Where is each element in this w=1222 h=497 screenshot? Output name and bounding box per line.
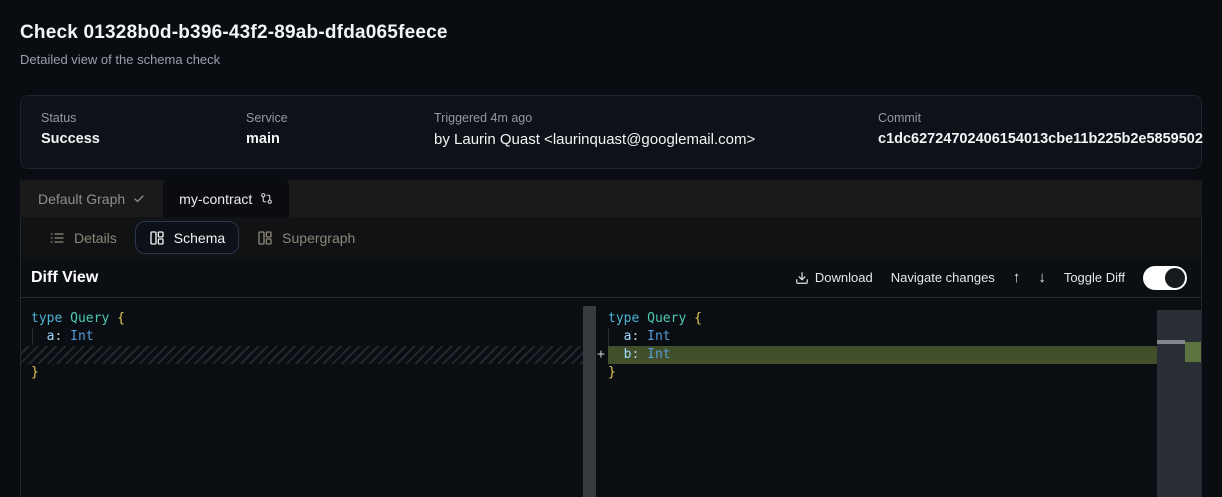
diff-added-marker: [1185, 342, 1201, 362]
code-line: a: Int: [31, 328, 583, 346]
diff-controls: Download Navigate changes ↑ ↓ Toggle Dif…: [795, 266, 1187, 290]
commit-column: Commit c1dc62724702406154013cbe11b225b2e…: [878, 111, 1203, 147]
triggered-value: by Laurin Quast <laurinquast@googlemail.…: [434, 131, 755, 148]
right-editor-scrollbar[interactable]: [1157, 310, 1201, 497]
tab-details[interactable]: Details: [36, 221, 130, 254]
service-label: Service: [246, 111, 288, 125]
download-icon: [795, 271, 809, 285]
download-button[interactable]: Download: [795, 270, 873, 285]
tab-details-label: Details: [74, 230, 117, 246]
service-value: main: [246, 131, 288, 147]
navigate-changes-button[interactable]: Navigate changes: [891, 270, 995, 285]
git-compare-icon: [260, 192, 273, 205]
diff-view-title: Diff View: [31, 269, 98, 287]
check-icon: [133, 193, 145, 205]
tab-default-graph[interactable]: Default Graph: [20, 180, 163, 217]
previous-change-button[interactable]: ↑: [1013, 269, 1021, 286]
tab-schema-label: Schema: [174, 230, 225, 246]
diff-header: Diff View Download Navigate changes ↑ ↓ …: [21, 258, 1201, 298]
list-bullet-icon: [49, 230, 65, 246]
navigate-changes-label: Navigate changes: [891, 270, 995, 285]
view-tab-bar: Details Schema Supergraph: [21, 217, 1201, 258]
code-line: type Query {: [608, 310, 1157, 328]
toggle-diff-label: Toggle Diff: [1064, 270, 1125, 285]
arrow-down-icon: ↓: [1038, 269, 1046, 286]
commit-label: Commit: [878, 111, 1203, 125]
commit-value: c1dc62724702406154013cbe11b225b2e5859502: [878, 131, 1203, 147]
status-label: Status: [41, 111, 100, 125]
split-panel-icon: [149, 230, 165, 246]
code-line: type Query {: [31, 310, 583, 328]
check-summary-card: Status Success Service main Triggered 4m…: [20, 95, 1202, 169]
download-label: Download: [815, 270, 873, 285]
graph-tab-bar: Default Graph my-contract: [20, 180, 1202, 217]
page-subtitle: Detailed view of the schema check: [20, 52, 220, 67]
diff-editor-original[interactable]: type Query { a: Int}: [21, 298, 596, 497]
toggle-diff-switch[interactable]: [1143, 266, 1187, 290]
status-column: Status Success: [41, 111, 100, 147]
left-editor-scrollbar[interactable]: [583, 306, 596, 497]
tab-my-contract[interactable]: my-contract: [163, 180, 289, 217]
scrollbar-thumb: [1157, 340, 1185, 344]
code-line: }: [31, 364, 583, 382]
split-panel-icon: [257, 230, 273, 246]
status-value: Success: [41, 131, 100, 147]
next-change-button[interactable]: ↓: [1038, 269, 1046, 286]
page-title: Check 01328b0d-b396-43f2-89ab-dfda065fee…: [20, 22, 448, 44]
triggered-label: Triggered 4m ago: [434, 111, 755, 125]
check-workspace: Default Graph my-contract Details Schema: [20, 180, 1202, 497]
tab-supergraph-label: Supergraph: [282, 230, 355, 246]
added-line-gutter: +: [597, 346, 605, 364]
code-line-added: + b: Int: [608, 346, 1157, 364]
diff-filler-line: [21, 346, 583, 364]
code-line: a: Int: [608, 328, 1157, 346]
tab-default-graph-label: Default Graph: [38, 191, 125, 207]
tab-my-contract-label: my-contract: [179, 191, 252, 207]
triggered-column: Triggered 4m ago by Laurin Quast <laurin…: [434, 111, 755, 148]
diff-editor-modified[interactable]: type Query { a: Int+ b: Int}: [596, 298, 1201, 497]
diff-editors: type Query { a: Int} type Query { a: Int…: [21, 298, 1201, 497]
arrow-up-icon: ↑: [1013, 269, 1021, 286]
tab-supergraph[interactable]: Supergraph: [244, 221, 368, 254]
tab-schema[interactable]: Schema: [135, 221, 239, 254]
code-line: }: [608, 364, 1157, 382]
service-column: Service main: [246, 111, 288, 147]
toggle-diff-knob: [1165, 268, 1185, 288]
